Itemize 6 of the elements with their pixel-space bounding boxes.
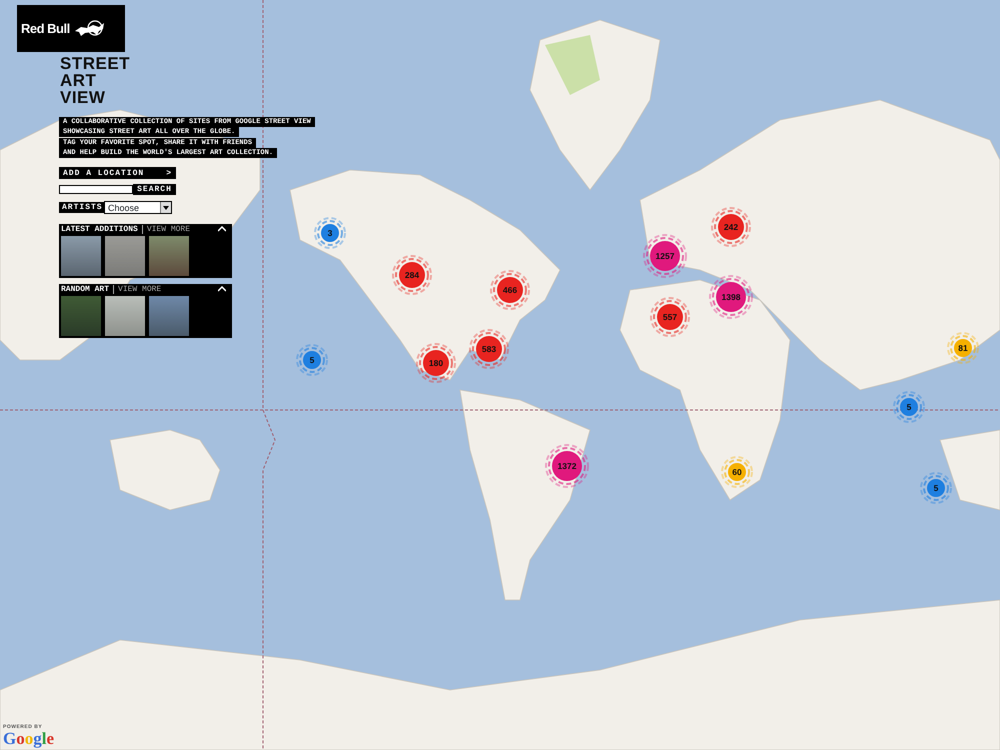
google-logo: Google bbox=[3, 730, 54, 747]
section-title: RANDOM ART bbox=[61, 284, 110, 294]
site-title: STREET ART VIEW bbox=[60, 55, 130, 106]
section-title: LATEST ADDITIONS bbox=[61, 224, 138, 234]
logo-text: Red Bull bbox=[21, 21, 70, 36]
artists-label: ARTISTS bbox=[59, 202, 106, 213]
